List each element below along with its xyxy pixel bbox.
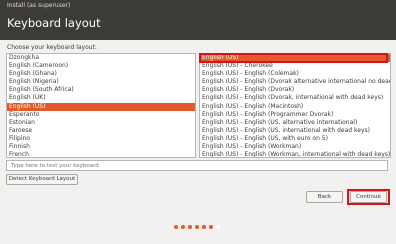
installer-window: Install (as superuser) Keyboard layout C… — [0, 0, 396, 244]
layout-list-item[interactable]: English (South Africa) — [7, 86, 195, 94]
progress-dot — [181, 225, 185, 229]
progress-dot — [216, 225, 220, 229]
choose-layout-label: Choose your keyboard layout: — [7, 44, 97, 51]
layout-list-item[interactable]: Esperanto — [7, 111, 195, 119]
layout-list-item[interactable]: English (Cameroon) — [7, 62, 195, 70]
page-title: Keyboard layout — [7, 16, 101, 30]
title-bar: Install (as superuser) — [0, 0, 396, 11]
variant-list-item[interactable]: English (US) - English (Colemak) — [200, 70, 390, 78]
variant-list-item[interactable]: English (US) - English (US, with euro on… — [200, 135, 390, 143]
layout-list-item[interactable]: English (Ghana) — [7, 70, 195, 78]
layout-list-item[interactable]: Filipino — [7, 135, 195, 143]
variant-list-item[interactable]: English (US) — [200, 54, 390, 63]
variant-list-item[interactable]: English (US) - Cherokee — [200, 62, 390, 70]
variant-list-item[interactable]: English (US) - English (Workman) — [200, 143, 390, 151]
progress-dot — [174, 225, 178, 229]
layout-list-item[interactable]: Faroese — [7, 127, 195, 135]
layout-list-item[interactable]: French — [7, 151, 195, 157]
variant-list-item[interactable]: English (US) - English (Programmer Dvora… — [200, 111, 390, 119]
keyboard-layout-list[interactable]: Dzongkha English (Cameroon) English (Ghana… — [6, 53, 196, 158]
progress-dot — [202, 225, 206, 229]
layout-list-item[interactable]: Estonian — [7, 119, 195, 127]
layout-list-item[interactable]: English (Nigeria) — [7, 78, 195, 86]
variant-list-item[interactable]: English (US) - English (US, alternative … — [200, 119, 390, 127]
variant-list-item[interactable]: English (US) - English (Dvorak alternati… — [200, 78, 390, 86]
page-header: Keyboard layout — [0, 11, 396, 40]
variant-list-item[interactable]: English (US) - English (Dvorak) — [200, 86, 390, 94]
variant-list-item[interactable]: English (US) - English (Dvorak, internat… — [200, 94, 390, 102]
variant-list-item[interactable]: English (US) - English (Macintosh) — [200, 103, 390, 111]
layout-list-item[interactable]: Finnish — [7, 143, 195, 151]
layout-list-item[interactable]: Dzongkha — [7, 54, 195, 62]
variant-list-item[interactable]: English (US) - English (Workman, interna… — [200, 151, 390, 157]
layout-list-item[interactable]: English (UK) — [7, 94, 195, 102]
back-button[interactable]: Back — [306, 191, 343, 203]
keyboard-test-input[interactable] — [6, 160, 388, 171]
progress-dots — [174, 225, 223, 230]
variant-list-item[interactable]: English (US) - English (US, internationa… — [200, 127, 390, 135]
progress-dot — [195, 225, 199, 229]
detect-layout-button[interactable]: Detect Keyboard Layout — [6, 174, 78, 185]
layout-list-item[interactable]: English (US) — [7, 102, 195, 111]
progress-dot — [209, 225, 213, 229]
keyboard-variant-list[interactable]: English (US) English (US) - Cherokee Engli… — [199, 53, 391, 158]
continue-button[interactable]: Continue — [350, 191, 387, 203]
window-title: Install (as superuser) — [7, 2, 71, 9]
progress-dot — [188, 225, 192, 229]
